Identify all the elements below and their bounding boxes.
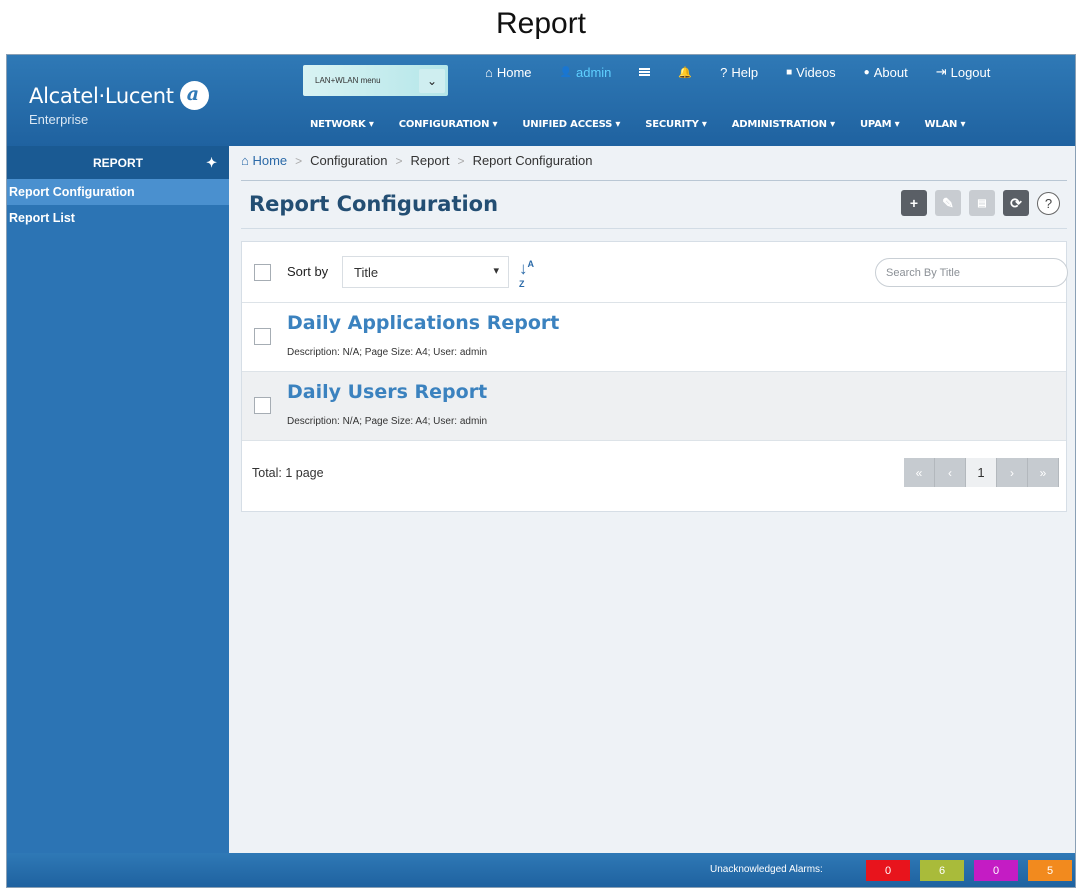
chevron-right-icon: >	[457, 153, 465, 168]
select-all-checkbox[interactable]	[254, 264, 271, 281]
list-toolbar: Sort by Title ▾ ↓A Z	[242, 242, 1068, 303]
pagination: « ‹ 1 › »	[904, 458, 1059, 487]
refresh-button[interactable]: ⟳	[1003, 190, 1029, 216]
delete-button[interactable]: ▤	[969, 190, 995, 216]
lan-wlan-menu-select[interactable]: LAN+WLAN menu ⌄	[303, 65, 448, 96]
notifications-link[interactable]: 🔔	[678, 64, 692, 80]
breadcrumb-report[interactable]: Report	[411, 153, 450, 168]
alarms-label: Unacknowledged Alarms:	[710, 864, 823, 875]
brand-name: Alcatel·Lucent a	[29, 81, 209, 110]
video-icon: ■	[786, 66, 793, 78]
sidebar: REPORT ✦ Report Configuration Report Lis…	[7, 146, 229, 853]
logout-link[interactable]: ⇥ Logout	[936, 64, 991, 80]
home-link-label: Home	[496, 64, 532, 80]
pin-icon[interactable]: ✦	[206, 155, 217, 171]
help-link[interactable]: ? Help	[720, 64, 758, 80]
info-icon: ●	[863, 66, 870, 78]
breadcrumb-divider	[241, 180, 1067, 181]
chevron-right-icon: >	[395, 153, 403, 168]
nav-administration[interactable]: ADMINISTRATION ▾	[732, 119, 835, 130]
status-bar: Unacknowledged Alarms: 0 6 0 5	[7, 853, 1075, 887]
nav-wlan[interactable]: WLAN ▾	[924, 119, 965, 130]
chevron-down-icon[interactable]: ⌄	[419, 68, 445, 93]
list-link[interactable]	[639, 64, 651, 80]
trash-icon: ▤	[977, 197, 987, 209]
breadcrumb-home-label: Home	[252, 153, 288, 168]
sort-direction-icon[interactable]: ↓A Z	[519, 259, 534, 299]
list-icon	[639, 68, 651, 76]
report-title-link[interactable]: Daily Users Report	[287, 381, 487, 403]
breadcrumb-configuration[interactable]: Configuration	[310, 153, 387, 168]
sidebar-item-report-list[interactable]: Report List	[7, 205, 229, 231]
bell-icon: 🔔	[678, 66, 693, 79]
about-link-label: About	[873, 64, 908, 80]
list-item[interactable]: Daily Applications Report Description: N…	[242, 303, 1066, 372]
home-icon: ⌂	[485, 64, 493, 80]
edit-button[interactable]: ✎	[935, 190, 961, 216]
logout-icon: ⇥	[935, 64, 947, 79]
admin-link[interactable]: 👤 admin	[560, 64, 612, 80]
alarm-minor-badge[interactable]: 0	[974, 860, 1018, 881]
videos-link[interactable]: ■ Videos	[786, 64, 836, 80]
app-frame: Alcatel·Lucent a Enterprise LAN+WLAN men…	[6, 54, 1076, 888]
alarm-major-badge[interactable]: 6	[920, 860, 964, 881]
main-nav: NETWORK ▾ CONFIGURATION ▾ UNIFIED ACCESS…	[310, 119, 965, 130]
caret-down-icon: ▾	[493, 265, 499, 277]
help-icon: ?	[720, 64, 728, 80]
title-divider	[241, 228, 1067, 229]
nav-configuration[interactable]: CONFIGURATION ▾	[399, 119, 498, 130]
report-description: Description: N/A; Page Size: A4; User: a…	[287, 347, 488, 358]
report-title-link[interactable]: Daily Applications Report	[287, 312, 559, 334]
top-header: Alcatel·Lucent a Enterprise LAN+WLAN men…	[7, 55, 1075, 146]
brand-name-text: Alcatel·Lucent	[29, 83, 174, 108]
report-list-panel: Sort by Title ▾ ↓AZ Daily Applications R…	[241, 241, 1068, 512]
last-page-button[interactable]: »	[1028, 458, 1059, 487]
list-item[interactable]: Daily Users Report Description: N/A; Pag…	[242, 372, 1066, 441]
home-link[interactable]: ⌂ Home	[485, 64, 532, 80]
breadcrumb-home[interactable]: ⌂ Home	[241, 153, 287, 168]
sort-select-value: Title	[354, 265, 379, 280]
admin-link-label: admin	[576, 64, 612, 80]
report-description: Description: N/A; Page Size: A4; User: a…	[287, 416, 488, 427]
first-page-button[interactable]: «	[904, 458, 935, 487]
add-button[interactable]: +	[901, 190, 927, 216]
main-content: ⌂ Home > Configuration > Report > Report…	[229, 146, 1075, 853]
sidebar-item-report-configuration[interactable]: Report Configuration	[7, 179, 229, 205]
nav-security[interactable]: SECURITY ▾	[645, 119, 707, 130]
prev-page-button[interactable]: ‹	[935, 458, 966, 487]
current-page[interactable]: 1	[966, 458, 997, 487]
list-footer: Total: 1 page « ‹ 1 › »	[242, 441, 1066, 509]
nav-upam[interactable]: UPAM ▾	[860, 119, 900, 130]
sort-select[interactable]: Title ▾	[342, 256, 509, 288]
help-button[interactable]: ?	[1037, 192, 1060, 215]
breadcrumb: ⌂ Home > Configuration > Report > Report…	[241, 153, 593, 168]
next-page-button[interactable]: ›	[997, 458, 1028, 487]
row-checkbox[interactable]	[254, 397, 271, 414]
window-caption: Report	[495, 7, 587, 40]
nav-network[interactable]: NETWORK ▾	[310, 119, 374, 130]
nav-unified-access[interactable]: UNIFIED ACCESS ▾	[522, 119, 620, 130]
help-link-label: Help	[731, 64, 759, 80]
brand-sub: Enterprise	[29, 112, 89, 127]
top-links: ⌂ Home 👤 admin 🔔 ? Help ■ Videos ● About ⇥ Log…	[485, 64, 990, 80]
alcatel-logo-icon: a	[179, 81, 209, 110]
lan-wlan-menu-label: LAN+WLAN menu	[315, 76, 381, 85]
logout-link-label: Logout	[950, 64, 991, 80]
alarm-warning-badge[interactable]: 5	[1028, 860, 1072, 881]
breadcrumb-report-configuration: Report Configuration	[472, 153, 593, 168]
sidebar-title: REPORT	[92, 155, 143, 170]
page-title: Report Configuration	[249, 192, 499, 216]
page-total: Total: 1 page	[252, 466, 324, 480]
videos-link-label: Videos	[796, 64, 836, 80]
sort-by-label: Sort by	[287, 264, 329, 279]
chevron-right-icon: >	[295, 153, 303, 168]
user-icon: 👤	[559, 66, 572, 78]
about-link[interactable]: ● About	[864, 64, 908, 80]
sidebar-header: REPORT ✦	[7, 146, 229, 179]
search-input[interactable]	[875, 258, 1068, 287]
brand-logo[interactable]: Alcatel·Lucent a Enterprise	[29, 81, 209, 127]
row-checkbox[interactable]	[254, 328, 271, 345]
alarm-critical-badge[interactable]: 0	[866, 860, 910, 881]
